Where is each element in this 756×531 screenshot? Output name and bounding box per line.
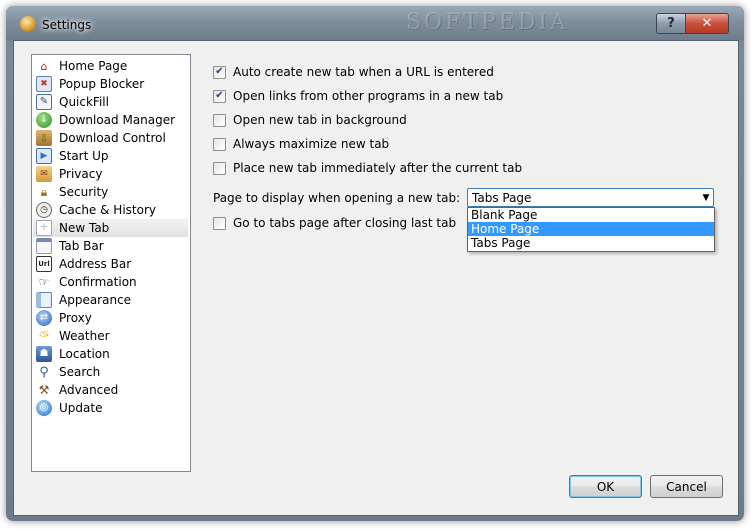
ok-button[interactable]: OK	[569, 475, 642, 498]
sidebar-item-label: Weather	[59, 329, 110, 343]
auto-create-tab-option[interactable]: ✔ Auto create new tab when a URL is ente…	[213, 63, 494, 81]
sidebar-item-label: Tab Bar	[59, 239, 104, 253]
sidebar-item-label: Appearance	[59, 293, 132, 307]
sidebar-item-label: Home Page	[59, 59, 128, 73]
search-icon: ⚲	[39, 364, 49, 380]
sidebar-item-advanced[interactable]: ⚒ Advanced	[33, 381, 188, 399]
sidebar-item-label: New Tab	[59, 221, 110, 235]
location-icon: ☗	[36, 346, 52, 362]
proxy-icon: ⇄	[36, 310, 52, 326]
auto-create-tab-label: Auto create new tab when a URL is entere…	[233, 65, 494, 79]
open-background-label: Open new tab in background	[233, 113, 407, 127]
sidebar-item-label: Update	[59, 401, 103, 415]
sidebar-item-label: QuickFill	[59, 95, 109, 109]
page-options-dropdown[interactable]: Blank Page Home Page Tabs Page	[467, 207, 715, 252]
sidebar-item-label: Start Up	[59, 149, 109, 163]
settings-category-list[interactable]: ⌂ Home Page ✖ Popup Blocker ✎ QuickFill …	[31, 54, 191, 472]
help-button[interactable]: ?	[656, 13, 686, 34]
sidebar-item-label: Download Manager	[59, 113, 176, 127]
sidebar-item-home-page[interactable]: ⌂ Home Page	[33, 57, 188, 75]
window-title: Settings	[42, 18, 92, 32]
place-after-checkbox[interactable]	[213, 161, 226, 175]
dialog-body: ⌂ Home Page ✖ Popup Blocker ✎ QuickFill …	[13, 40, 739, 516]
go-to-tabs-checkbox[interactable]	[213, 216, 226, 230]
place-after-label: Place new tab immediately after the curr…	[233, 161, 523, 175]
maximize-checkbox[interactable]	[213, 137, 226, 151]
sidebar-item-label: Security	[59, 185, 109, 199]
sidebar-item-security[interactable]: 🔒︎ Security	[33, 183, 188, 201]
go-to-tabs-option[interactable]: Go to tabs page after closing last tab	[213, 214, 456, 232]
cancel-button[interactable]: Cancel	[650, 475, 723, 498]
sidebar-item-cache-history[interactable]: ◷ Cache & History	[33, 201, 188, 219]
sidebar-item-label: Privacy	[59, 167, 103, 181]
go-to-tabs-label: Go to tabs page after closing last tab	[233, 216, 457, 230]
quickfill-icon: ✎	[36, 94, 52, 110]
settings-window: SOFTPEDIA Settings ? ✕ ⌂ Home Page ✖ Pop…	[6, 6, 744, 521]
softpedia-watermark: SOFTPEDIA	[406, 10, 570, 35]
sidebar-item-label: Popup Blocker	[59, 77, 145, 91]
sidebar-item-privacy[interactable]: ✉ Privacy	[33, 165, 188, 183]
sidebar-item-label: Advanced	[59, 383, 119, 397]
maximize-label: Always maximize new tab	[233, 137, 390, 151]
sidebar-item-tab-bar[interactable]: Tab Bar	[33, 237, 188, 255]
open-background-option[interactable]: Open new tab in background	[213, 111, 407, 129]
sidebar-item-location[interactable]: ☗ Location	[33, 345, 188, 363]
sidebar-item-label: Confirmation	[59, 275, 137, 289]
maximize-option[interactable]: Always maximize new tab	[213, 135, 389, 153]
sidebar-item-download-manager[interactable]: ↓ Download Manager	[33, 111, 188, 129]
download-manager-icon: ↓	[36, 112, 52, 128]
sidebar-item-label: Address Bar	[59, 257, 132, 271]
sidebar-item-address-bar[interactable]: Url Address Bar	[33, 255, 188, 273]
download-control-icon: ⇩	[36, 130, 52, 146]
sidebar-item-appearance[interactable]: Appearance	[33, 291, 188, 309]
option-home-page[interactable]: Home Page	[468, 222, 714, 236]
option-blank-page[interactable]: Blank Page	[468, 208, 714, 222]
globe-icon: ◎	[36, 400, 52, 416]
sidebar-item-confirmation[interactable]: ☞ Confirmation	[33, 273, 188, 291]
sidebar-item-label: Proxy	[59, 311, 92, 325]
appearance-icon	[36, 292, 52, 308]
sidebar-item-search[interactable]: ⚲ Search	[33, 363, 188, 381]
sidebar-item-label: Cache & History	[59, 203, 156, 217]
tab-bar-icon	[36, 238, 52, 254]
app-icon	[20, 16, 36, 32]
sidebar-item-update[interactable]: ◎ Update	[33, 399, 188, 417]
sidebar-item-label: Location	[59, 347, 110, 361]
page-to-display-label: Page to display when opening a new tab:	[213, 191, 461, 205]
place-after-option[interactable]: Place new tab immediately after the curr…	[213, 159, 522, 177]
popup-blocker-icon: ✖	[36, 76, 52, 92]
home-icon: ⌂	[40, 59, 48, 73]
clock-icon: ◷	[36, 202, 52, 218]
dropdown-arrow-icon[interactable]: ▼	[699, 193, 713, 203]
sidebar-item-label: Download Control	[59, 131, 166, 145]
auto-create-tab-checkbox[interactable]: ✔	[213, 65, 226, 79]
page-to-display-select[interactable]: Tabs Page ▼	[467, 188, 714, 207]
option-tabs-page[interactable]: Tabs Page	[468, 236, 714, 250]
selected-page-value: Tabs Page	[472, 190, 532, 205]
lock-icon: 🔒︎	[40, 185, 48, 199]
address-bar-icon: Url	[36, 256, 52, 272]
privacy-icon: ✉	[36, 166, 52, 182]
new-tab-icon: ＋	[36, 220, 52, 236]
sidebar-item-weather[interactable]: ⛅︎ Weather	[33, 327, 188, 345]
open-links-option[interactable]: ✔ Open links from other programs in a ne…	[213, 87, 503, 105]
sidebar-item-popup-blocker[interactable]: ✖ Popup Blocker	[33, 75, 188, 93]
startup-icon: ▶	[36, 148, 52, 164]
tools-icon: ⚒	[38, 383, 50, 397]
close-button[interactable]: ✕	[685, 13, 729, 34]
sidebar-item-label: Search	[59, 365, 101, 379]
sidebar-item-proxy[interactable]: ⇄ Proxy	[33, 309, 188, 327]
open-background-checkbox[interactable]	[213, 113, 226, 127]
sidebar-item-start-up[interactable]: ▶ Start Up	[33, 147, 188, 165]
open-links-label: Open links from other programs in a new …	[233, 89, 504, 103]
sidebar-item-quickfill[interactable]: ✎ QuickFill	[33, 93, 188, 111]
sidebar-item-new-tab[interactable]: ＋ New Tab	[33, 219, 188, 237]
open-links-checkbox[interactable]: ✔	[213, 89, 226, 103]
weather-icon: ⛅︎	[39, 329, 49, 343]
title-bar[interactable]: SOFTPEDIA Settings ? ✕	[6, 6, 744, 40]
sidebar-item-download-control[interactable]: ⇩ Download Control	[33, 129, 188, 147]
pointing-hand-icon: ☞	[38, 275, 50, 289]
